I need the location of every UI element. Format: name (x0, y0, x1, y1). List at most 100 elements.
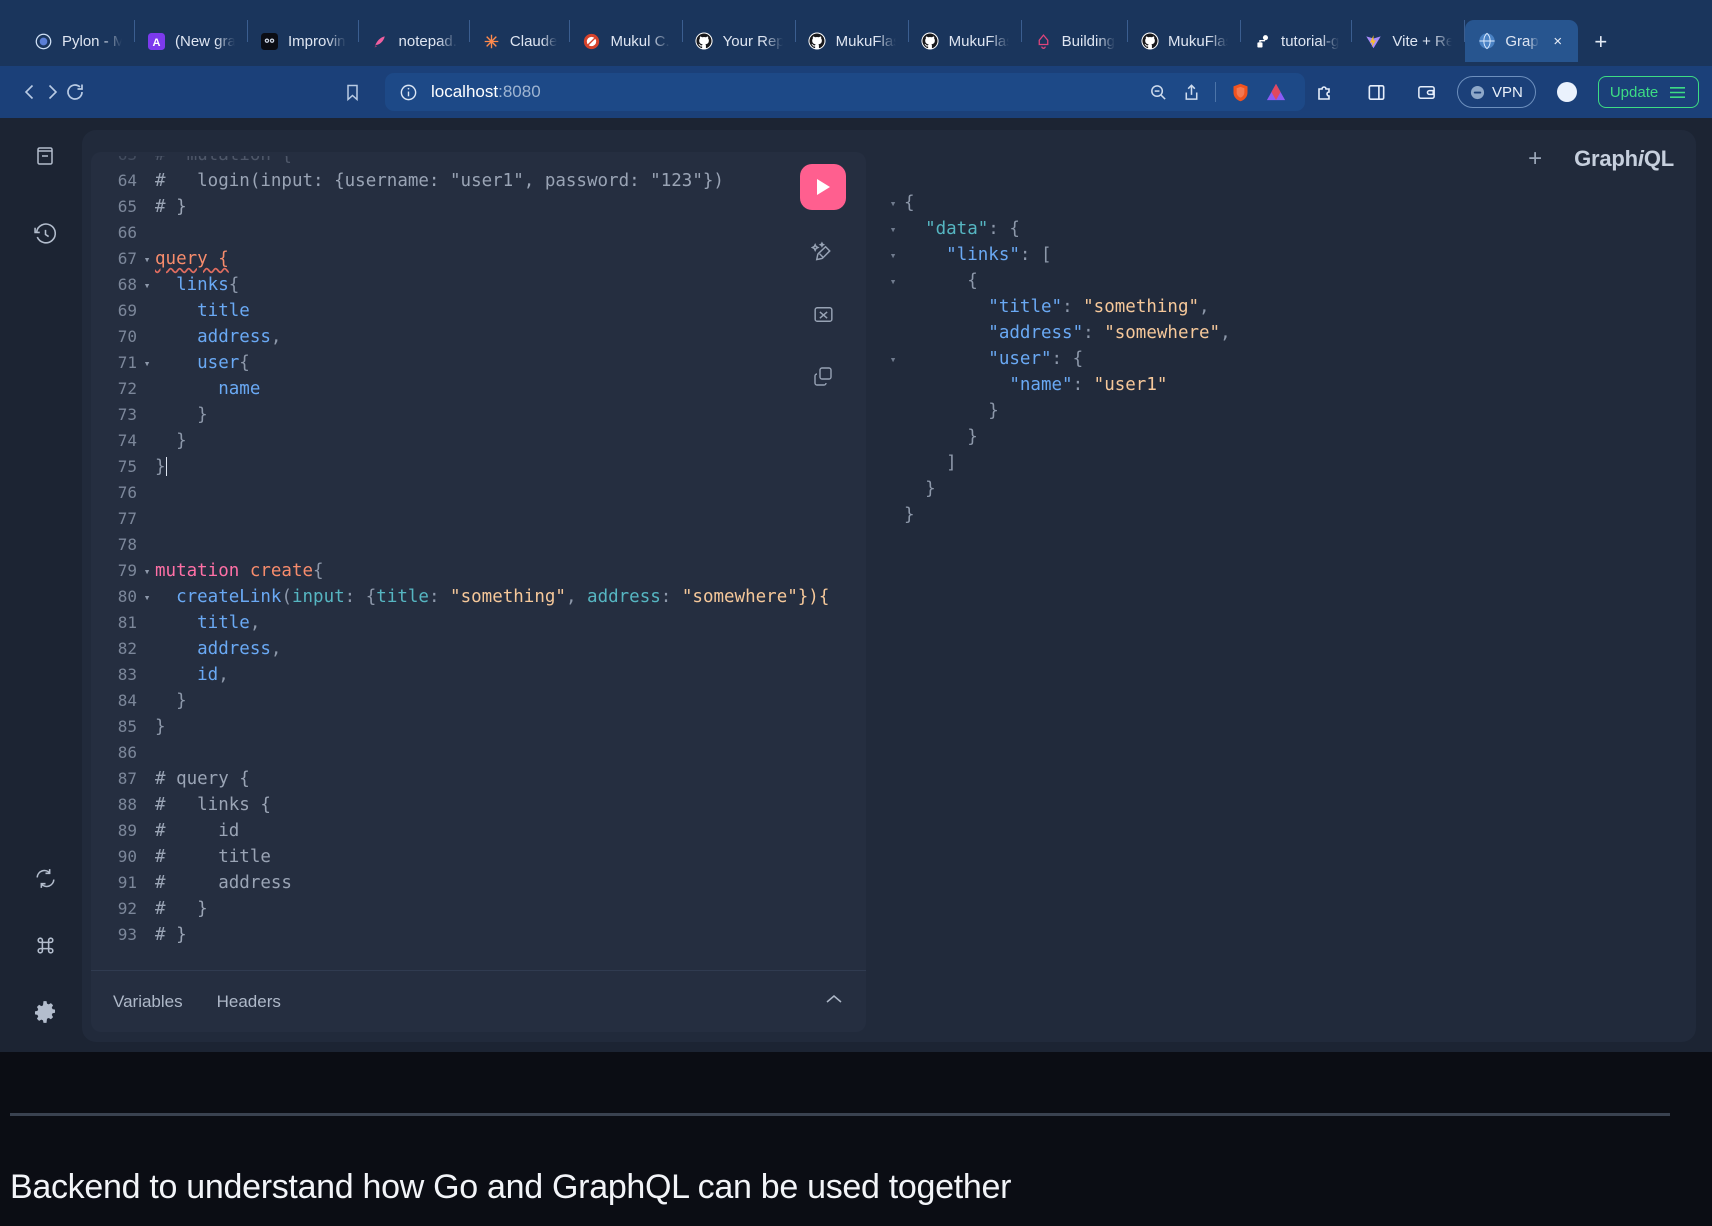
fold-marker[interactable]: ▾ (139, 584, 155, 610)
line-number: 88 (117, 795, 137, 814)
code-line: 86 (91, 740, 866, 766)
share-icon[interactable] (1182, 83, 1201, 102)
line-number: 80 (117, 587, 137, 606)
settings-gear-icon[interactable] (25, 992, 65, 1032)
update-label: Update (1609, 83, 1659, 101)
line-number: 73 (117, 405, 137, 424)
response-text: } (904, 427, 978, 447)
response-text: { (904, 193, 915, 213)
address-bar[interactable]: localhost:8080 (385, 73, 1305, 111)
fold-marker (139, 740, 155, 766)
tab-label: Grap (1505, 32, 1539, 50)
code-line: 73 } (91, 402, 866, 428)
brave-shield-icon[interactable] (1230, 82, 1251, 103)
fold-marker[interactable]: ▾ (882, 216, 904, 242)
fold-marker[interactable]: ▾ (882, 268, 904, 294)
graphiql-sidebar (0, 118, 90, 1052)
profile-icon[interactable] (1548, 75, 1586, 109)
browser-tab[interactable]: MukuFlas (796, 20, 908, 62)
vite-icon (1364, 32, 1383, 51)
response-line: ] (882, 450, 1687, 476)
code-line: 72 name (91, 376, 866, 402)
code-line: 83 id, (91, 662, 866, 688)
browser-tab[interactable]: Building (1022, 20, 1127, 62)
tab-label: Claude (509, 32, 558, 50)
execute-button[interactable] (800, 164, 846, 210)
fold-marker[interactable]: ▾ (139, 272, 155, 298)
graphiql-main-panel: + GraphiQL 63# mutation {64# login(input… (82, 130, 1696, 1042)
code-text: # mutation { (155, 156, 866, 168)
fold-marker (139, 896, 155, 922)
code-line: 90 # title (91, 844, 866, 870)
code-line: 63 # mutation { (91, 156, 866, 168)
fold-marker (139, 662, 155, 688)
extensions-icon[interactable] (1307, 75, 1345, 109)
close-icon[interactable]: × (1550, 33, 1566, 50)
browser-tab[interactable]: tutorial-g (1241, 20, 1351, 62)
zoom-out-icon[interactable] (1149, 83, 1168, 102)
new-tab-button[interactable]: + (1584, 25, 1618, 59)
bookmark-icon[interactable] (333, 75, 371, 109)
response-line: } (882, 424, 1687, 450)
response-viewer[interactable]: ▾{▾ "data": {▾ "links": [▾ { "title": "s… (882, 152, 1687, 1032)
browser-tab[interactable]: Your Rep (683, 20, 795, 62)
prettify-icon[interactable] (803, 232, 843, 272)
fold-marker (139, 168, 155, 194)
code-line: 85} (91, 714, 866, 740)
browser-tab[interactable]: MukuFlas (909, 20, 1021, 62)
query-editor[interactable]: 63 # mutation {64 # login(input: {username… (91, 152, 866, 970)
keyboard-shortcuts-icon[interactable] (25, 925, 65, 965)
collapse-chevron-up-icon[interactable] (824, 992, 844, 1011)
browser-tab[interactable]: notepad. (359, 20, 469, 62)
leo-ai-icon[interactable] (1265, 82, 1287, 102)
sidebar-panel-icon[interactable] (1357, 75, 1395, 109)
fold-marker[interactable]: ▾ (882, 242, 904, 268)
query-editor-pane[interactable]: 63 # mutation {64 # login(input: {username… (91, 152, 866, 1032)
vpn-button[interactable]: VPN (1457, 76, 1536, 108)
code-text: # id (155, 821, 240, 841)
code-line: 93 # } (91, 922, 866, 948)
fold-marker[interactable]: ▾ (139, 558, 155, 584)
fold-marker (882, 450, 904, 476)
info-icon[interactable] (399, 83, 418, 102)
fold-marker (882, 320, 904, 346)
browser-tab[interactable]: A (New gra (135, 20, 247, 62)
tab-variables[interactable]: Variables (113, 992, 183, 1012)
browser-tab[interactable]: Mukul C. (570, 20, 681, 62)
browser-tab[interactable]: MukuFlas (1128, 20, 1240, 62)
fold-marker (139, 844, 155, 870)
browser-tab[interactable]: Grap × (1465, 20, 1578, 62)
merge-icon[interactable] (803, 294, 843, 334)
browser-tab[interactable]: Improvin (248, 20, 358, 62)
line-number: 78 (117, 535, 137, 554)
line-number: 76 (117, 483, 137, 502)
code-line: 65 # } (91, 194, 866, 220)
fold-marker[interactable]: ▾ (139, 246, 155, 272)
response-line: } (882, 476, 1687, 502)
docs-icon[interactable] (25, 136, 65, 176)
line-number: 71 (117, 353, 137, 372)
wallet-icon[interactable] (1407, 75, 1445, 109)
history-icon[interactable] (25, 214, 65, 254)
code-text: # } (155, 925, 187, 945)
fold-marker[interactable]: ▾ (882, 346, 904, 372)
back-button[interactable] (20, 75, 40, 109)
browser-tab[interactable]: Vite + Re (1352, 20, 1464, 62)
browser-tab[interactable]: Claude (470, 20, 570, 62)
update-button[interactable]: Update (1597, 76, 1700, 108)
fold-marker[interactable]: ▾ (139, 350, 155, 376)
code-text: title, (155, 613, 261, 633)
tab-label: MukuFlas (948, 32, 1009, 50)
browser-tab[interactable]: Pylon - M (22, 20, 134, 62)
line-number: 85 (117, 717, 137, 736)
fold-marker (139, 506, 155, 532)
forward-button[interactable] (42, 75, 62, 109)
code-line: 75} (91, 454, 866, 480)
reload-icon[interactable] (64, 75, 86, 109)
tab-headers[interactable]: Headers (217, 992, 281, 1012)
copy-icon[interactable] (803, 356, 843, 396)
refresh-icon[interactable] (25, 858, 65, 898)
mukul-icon (582, 32, 601, 51)
fold-marker[interactable]: ▾ (882, 190, 904, 216)
